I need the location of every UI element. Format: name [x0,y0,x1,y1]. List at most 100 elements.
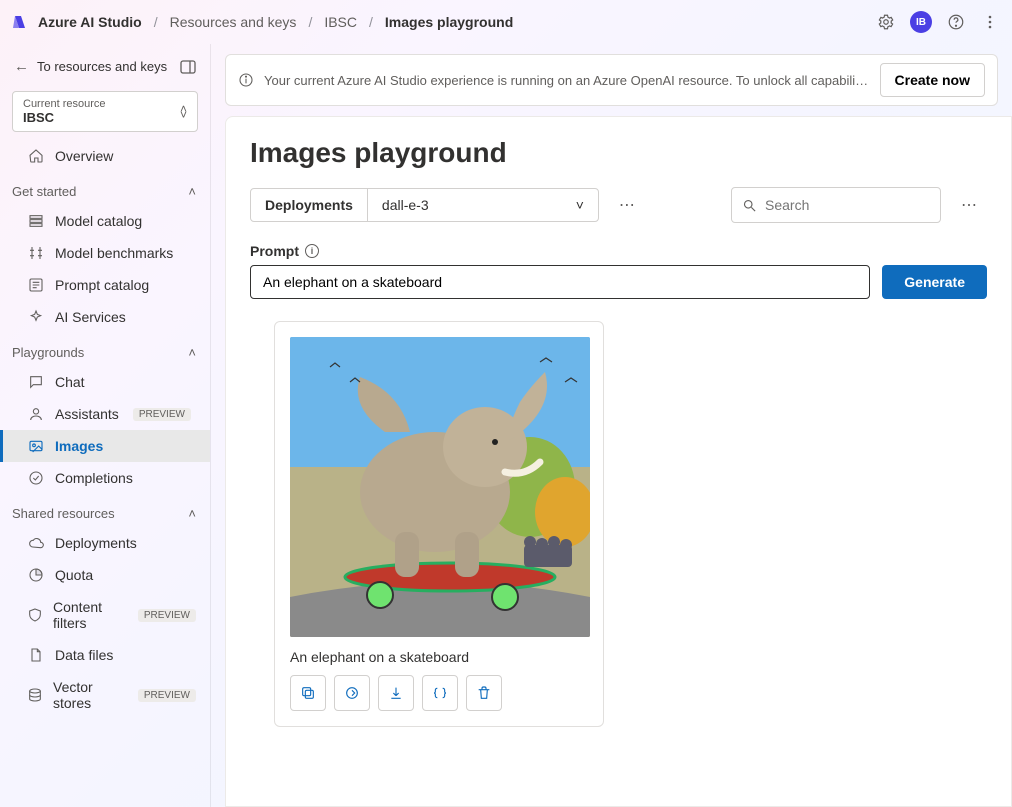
top-actions: IB [876,11,1000,33]
panel-toggle-icon[interactable] [180,60,196,74]
nav-label: Completions [55,470,133,486]
nav-label: Model catalog [55,213,142,229]
overflow-menu-icon[interactable] [980,12,1000,32]
chevron-updown-icon: ˄˅ [180,106,187,118]
copy-button[interactable] [290,675,326,711]
shield-icon [27,607,43,623]
create-now-button[interactable]: Create now [880,63,985,97]
toolbar-overflow-button[interactable]: ⋯ [951,187,987,223]
search-box[interactable] [731,187,941,223]
nav-label: Overview [55,148,113,164]
home-icon [27,148,45,164]
deployment-selector: Deployments dall-e-3 ˅ [250,188,599,222]
download-button[interactable] [378,675,414,711]
delete-button[interactable] [466,675,502,711]
page-title: Images playground [250,137,987,169]
preview-badge: PREVIEW [133,408,191,421]
view-json-button[interactable] [422,675,458,711]
nav-label: Images [55,438,103,454]
result-card: An elephant on a skateboard [274,321,604,727]
breadcrumb-root[interactable]: Azure AI Studio [38,14,142,30]
assistant-icon [27,406,45,422]
prompt-label-row: Prompt i [250,243,987,259]
prompt-input[interactable] [250,265,870,299]
banner-text: Your current Azure AI Studio experience … [264,73,870,88]
prompt-label: Prompt [250,243,299,259]
nav-quota[interactable]: Quota [0,559,210,591]
group-shared-resources[interactable]: Shared resources ˄ [0,494,210,527]
prompt-icon [27,277,45,293]
breadcrumb-item-0[interactable]: Resources and keys [170,14,297,30]
back-link[interactable]: ← To resources and keys [0,50,210,83]
sparkle-icon [27,309,45,325]
images-icon [27,438,45,454]
breadcrumb-item-2[interactable]: Images playground [385,14,513,30]
nav-label: Quota [55,567,93,583]
nav-model-benchmarks[interactable]: Model benchmarks [0,237,210,269]
more-options-button[interactable]: ⋯ [609,187,645,223]
benchmark-icon [27,245,45,261]
resource-value: IBSC [23,110,180,125]
nav-deployments[interactable]: Deployments [0,527,210,559]
breadcrumb-sep: / [367,14,375,30]
result-actions [290,675,588,711]
group-label: Get started [12,184,76,199]
prompt-row: Generate [250,265,987,299]
group-playgrounds[interactable]: Playgrounds ˄ [0,333,210,366]
nav-vector-stores[interactable]: Vector stores PREVIEW [0,671,210,719]
quota-icon [27,567,45,583]
chat-icon [27,374,45,390]
nav-model-catalog[interactable]: Model catalog [0,205,210,237]
generated-image[interactable] [290,337,590,637]
chevron-up-icon: ˄ [188,345,196,360]
info-icon[interactable]: i [305,244,319,258]
toolbar: Deployments dall-e-3 ˅ ⋯ ⋯ [250,187,987,223]
chevron-up-icon: ˄ [188,184,196,199]
generate-button[interactable]: Generate [882,265,987,299]
chevron-up-icon: ˄ [188,506,196,521]
nav-ai-services[interactable]: AI Services [0,301,210,333]
deployment-value: dall-e-3 [382,197,429,213]
nav-prompt-catalog[interactable]: Prompt catalog [0,269,210,301]
nav-images[interactable]: Images [0,430,210,462]
search-icon [742,198,757,213]
group-label: Playgrounds [12,345,84,360]
info-banner: Your current Azure AI Studio experience … [225,54,998,106]
nav-label: Content filters [53,599,124,631]
nav-data-files[interactable]: Data files [0,639,210,671]
nav-label: Vector stores [53,679,124,711]
completions-icon [27,470,45,486]
main-area: Your current Azure AI Studio experience … [211,44,1012,807]
chevron-down-icon: ˅ [576,197,584,213]
breadcrumb: Azure AI Studio / Resources and keys / I… [12,14,876,30]
group-label: Shared resources [12,506,115,521]
nav-label: Assistants [55,406,119,422]
help-icon[interactable] [946,12,966,32]
nav-assistants[interactable]: Assistants PREVIEW [0,398,210,430]
azure-logo-icon [12,14,28,30]
deployment-dropdown[interactable]: dall-e-3 ˅ [368,189,598,221]
nav-label: Deployments [55,535,137,551]
nav-content-filters[interactable]: Content filters PREVIEW [0,591,210,639]
nav-completions[interactable]: Completions [0,462,210,494]
nav-chat[interactable]: Chat [0,366,210,398]
settings-gear-icon[interactable] [876,12,896,32]
search-input[interactable] [765,197,946,213]
result-caption: An elephant on a skateboard [290,649,588,665]
back-label: To resources and keys [37,59,172,74]
resource-selector[interactable]: Current resource IBSC ˄˅ [12,91,198,132]
group-get-started[interactable]: Get started ˄ [0,172,210,205]
sidebar: ← To resources and keys Current resource… [0,44,211,807]
nav-overview[interactable]: Overview [0,140,210,172]
deployments-label: Deployments [251,189,368,221]
arrow-left-icon: ← [14,58,29,75]
regenerate-button[interactable] [334,675,370,711]
user-avatar[interactable]: IB [910,11,932,33]
catalog-icon [27,213,45,229]
resource-label: Current resource [23,98,180,110]
nav-label: AI Services [55,309,126,325]
database-icon [27,687,43,703]
breadcrumb-item-1[interactable]: IBSC [324,14,357,30]
nav-label: Data files [55,647,113,663]
nav-label: Chat [55,374,85,390]
